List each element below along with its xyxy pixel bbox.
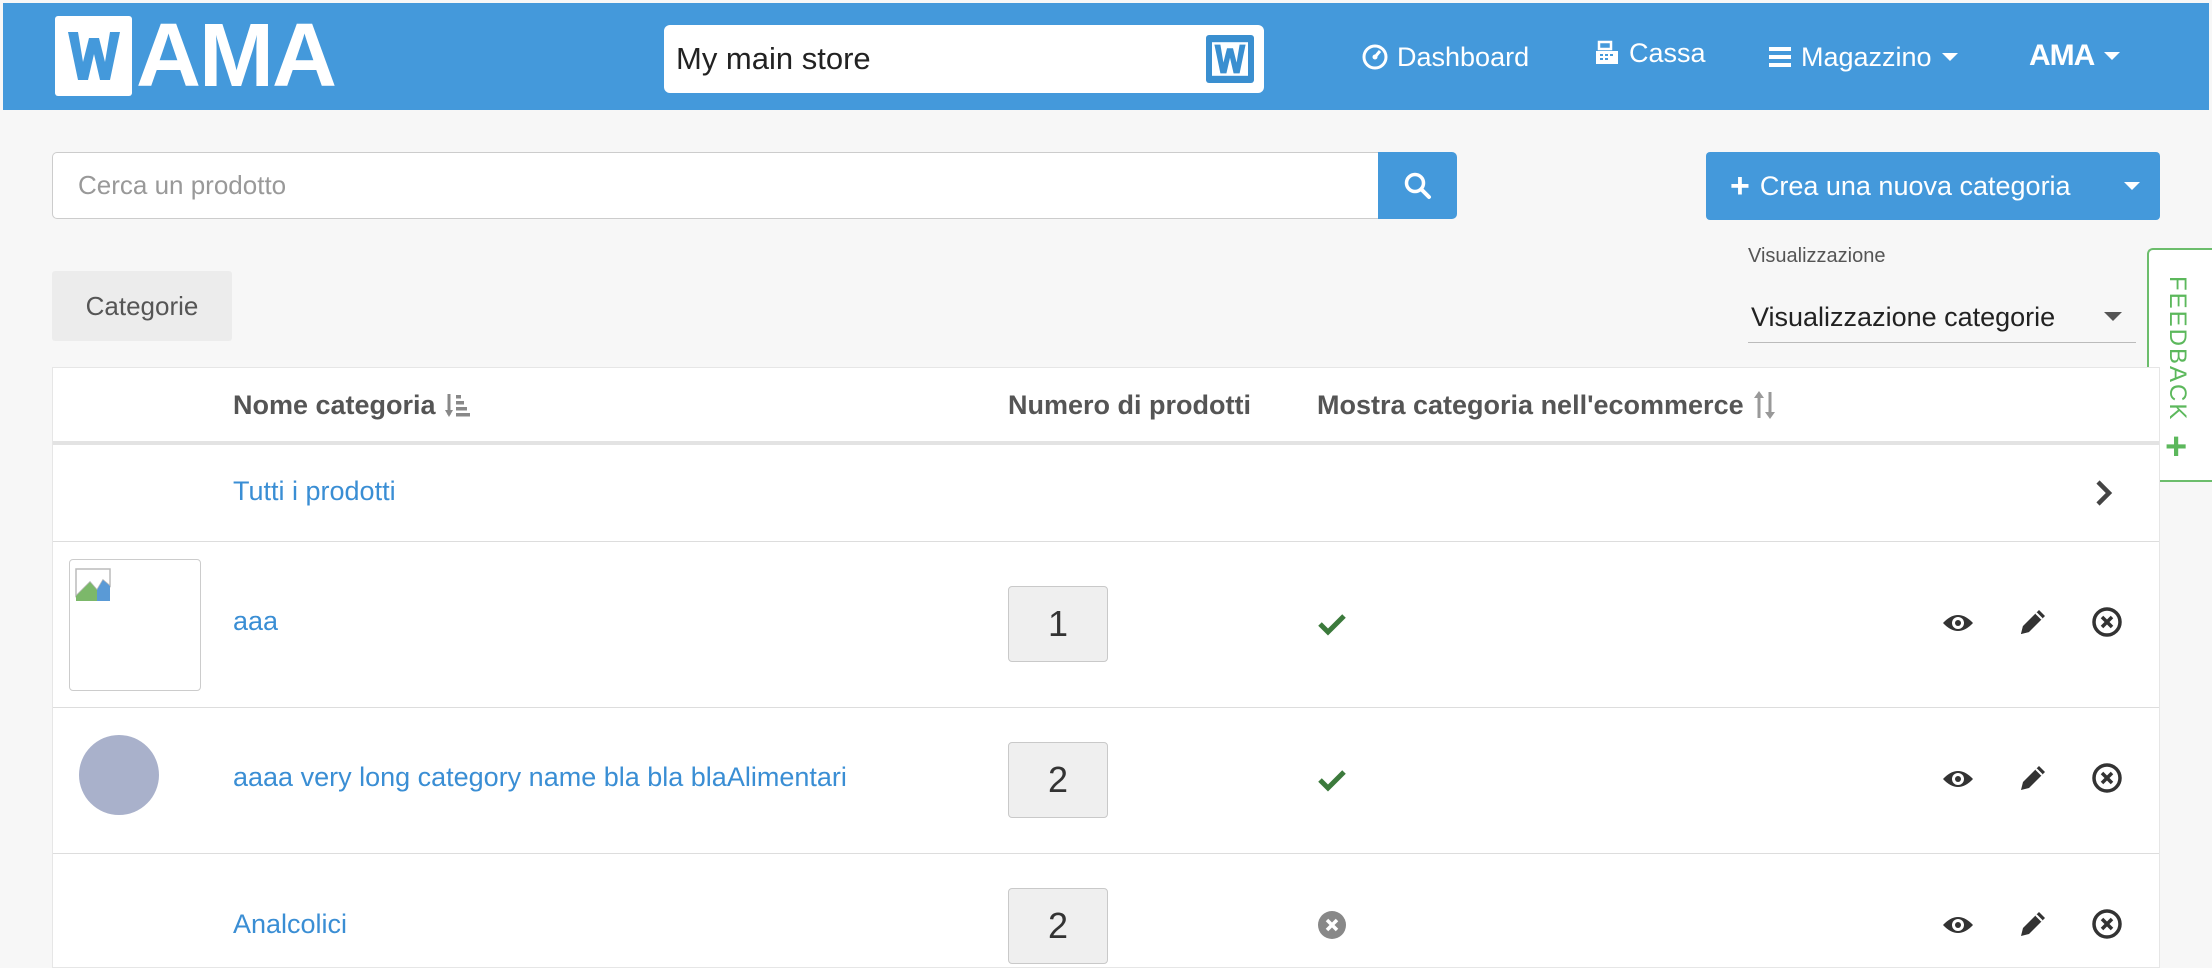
nav-dashboard[interactable]: Dashboard bbox=[1361, 37, 1529, 77]
chevron-down-icon bbox=[2104, 52, 2121, 60]
x-circle-icon bbox=[1318, 911, 1346, 939]
category-name-link[interactable]: aaa bbox=[233, 606, 278, 637]
chevron-right-icon[interactable] bbox=[2095, 479, 2113, 507]
eye-icon[interactable] bbox=[1941, 610, 1975, 636]
header-mostra-ecommerce[interactable]: Mostra categoria nell'ecommerce bbox=[1317, 368, 1778, 442]
category-name-link[interactable]: Analcolici bbox=[233, 909, 347, 940]
plus-icon: + bbox=[2165, 426, 2188, 468]
nav-cassa-label: Cassa bbox=[1629, 37, 1706, 68]
category-avatar bbox=[79, 735, 159, 815]
search-icon bbox=[1404, 172, 1431, 199]
delete-x-circle-icon[interactable] bbox=[2091, 908, 2123, 940]
tab-categorie[interactable]: Categorie bbox=[52, 271, 232, 341]
categories-table: Nome categoria Numero di prodotti Mostra… bbox=[52, 367, 2160, 968]
dropdown-arrow-icon bbox=[2104, 312, 2122, 321]
create-category-label: Crea una nuova categoria bbox=[1759, 170, 2071, 201]
sort-icon bbox=[1753, 391, 1775, 419]
header-nome-categoria[interactable]: Nome categoria bbox=[233, 368, 472, 442]
header-numero-prodotti: Numero di prodotti bbox=[1008, 368, 1251, 442]
feedback-label: FEEDBACK bbox=[2164, 276, 2191, 422]
view-select[interactable]: Visualizzazione categorie bbox=[1748, 293, 2136, 343]
category-name-link[interactable]: aaaa very long category name bla bla bla… bbox=[233, 762, 847, 793]
product-search bbox=[52, 152, 1457, 219]
sort-amount-icon bbox=[444, 394, 470, 417]
app-logo[interactable]: AMA bbox=[55, 6, 337, 106]
table-row: aaaa very long category name bla bla bla… bbox=[53, 708, 2159, 854]
search-input[interactable] bbox=[52, 152, 1378, 219]
table-row: Analcolici 2 bbox=[53, 854, 2159, 967]
plus-icon: + bbox=[1730, 167, 1750, 205]
product-count-badge: 2 bbox=[1008, 742, 1108, 818]
cash-register-icon bbox=[1596, 40, 1618, 64]
eye-icon[interactable] bbox=[1941, 912, 1975, 938]
table-row-all-products[interactable]: Tutti i prodotti bbox=[53, 445, 2159, 542]
header-nome-label: Nome categoria bbox=[233, 389, 436, 420]
logo-w-icon bbox=[55, 16, 132, 96]
search-button[interactable] bbox=[1378, 152, 1457, 219]
create-category-button[interactable]: + Crea una nuova categoria bbox=[1706, 152, 2104, 220]
header-ecommerce-label: Mostra categoria nell'ecommerce bbox=[1317, 389, 1744, 420]
store-selector[interactable]: My main store bbox=[664, 25, 1264, 93]
category-image bbox=[69, 559, 201, 691]
delete-x-circle-icon[interactable] bbox=[2091, 762, 2123, 794]
view-label: Visualizzazione bbox=[1748, 245, 1886, 267]
table-row: aaa 1 bbox=[53, 542, 2159, 708]
menu-bars-icon bbox=[1769, 47, 1791, 67]
check-icon bbox=[1318, 614, 1346, 636]
chevron-down-icon bbox=[1941, 53, 1958, 61]
dashboard-icon bbox=[1362, 44, 1388, 70]
nav-magazzino[interactable]: Magazzino bbox=[1767, 37, 1958, 77]
user-menu[interactable]: AMA bbox=[2029, 39, 2129, 73]
create-category-dropdown-toggle[interactable] bbox=[2104, 152, 2160, 220]
create-category-group: + Crea una nuova categoria bbox=[1706, 152, 2160, 220]
broken-image-icon bbox=[75, 568, 111, 601]
nav-magazzino-label: Magazzino bbox=[1801, 41, 1932, 72]
edit-pencil-icon[interactable] bbox=[2017, 908, 2049, 940]
logo-text: AMA bbox=[136, 6, 337, 106]
view-select-value: Visualizzazione categorie bbox=[1751, 302, 2056, 332]
product-count-badge: 2 bbox=[1008, 888, 1108, 964]
delete-x-circle-icon[interactable] bbox=[2091, 606, 2123, 638]
product-count-badge: 1 bbox=[1008, 586, 1108, 662]
edit-pencil-icon[interactable] bbox=[2017, 762, 2049, 794]
eye-icon[interactable] bbox=[1941, 766, 1975, 792]
top-navbar: AMA My main store Dashboard Cassa Magazz… bbox=[3, 3, 2209, 110]
all-products-link[interactable]: Tutti i prodotti bbox=[233, 476, 396, 507]
nav-cassa[interactable]: Cassa bbox=[1593, 33, 1706, 73]
user-avatar-logo: AMA bbox=[2029, 39, 2095, 72]
store-w-icon bbox=[1206, 35, 1254, 83]
nav-dashboard-label: Dashboard bbox=[1397, 41, 1530, 72]
header-numero-label: Numero di prodotti bbox=[1008, 389, 1251, 420]
edit-pencil-icon[interactable] bbox=[2017, 606, 2049, 638]
check-icon bbox=[1318, 770, 1346, 792]
chevron-down-icon bbox=[2124, 182, 2140, 190]
store-name: My main store bbox=[676, 41, 871, 76]
